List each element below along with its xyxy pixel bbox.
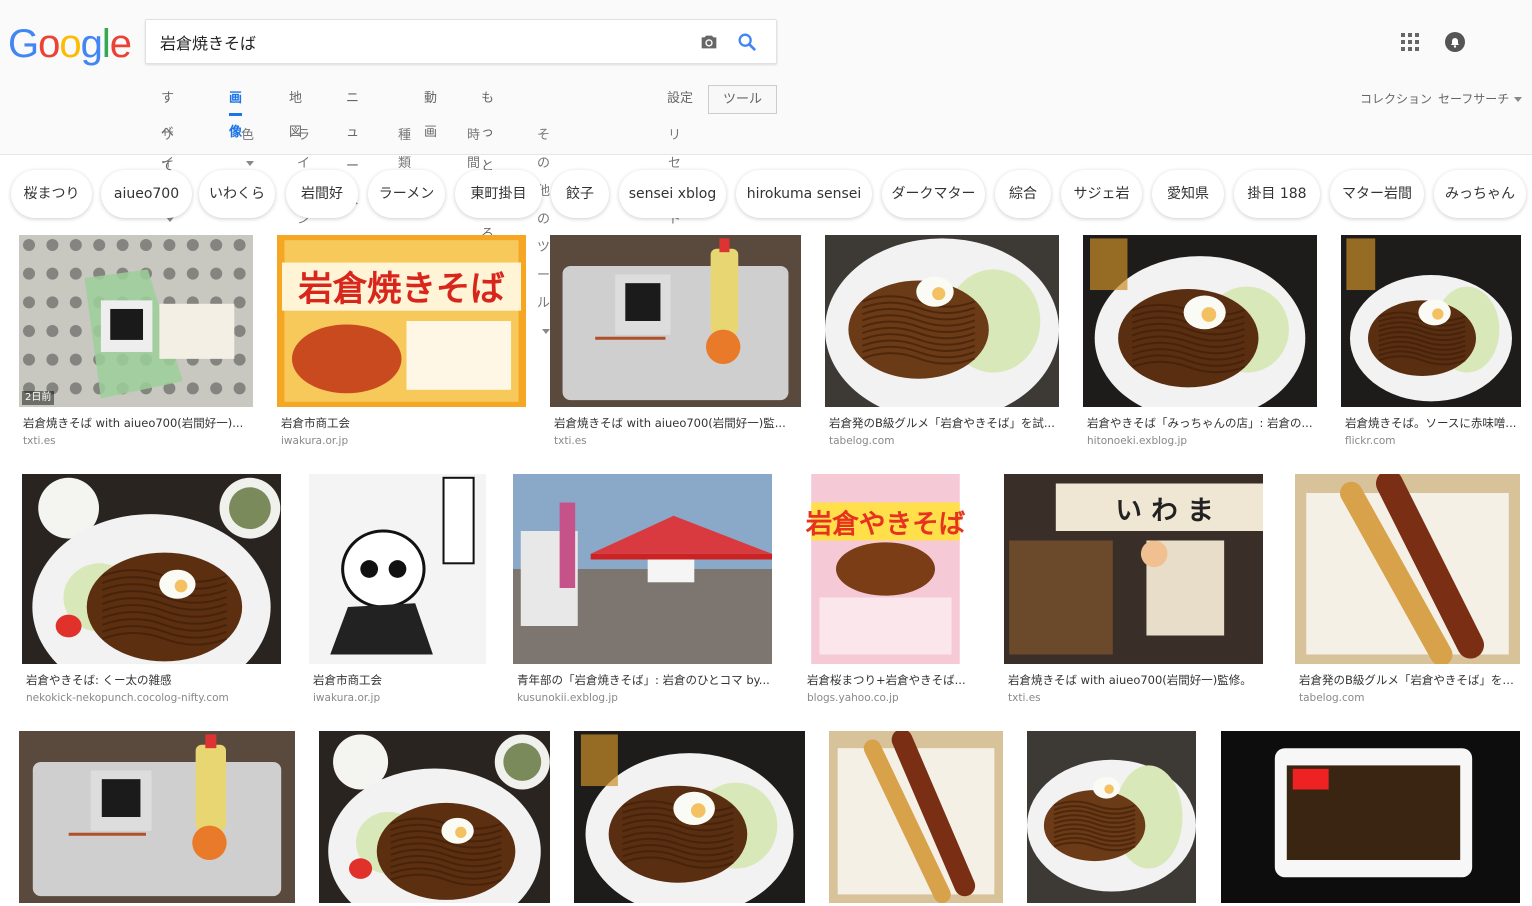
- related-chip[interactable]: ラーメン: [368, 170, 445, 218]
- result-domain: flickr.com: [1345, 435, 1396, 447]
- image-thumbnail[interactable]: [1083, 235, 1317, 407]
- result-domain: nekokick-nekopunch.cocolog-nifty.com: [26, 692, 229, 704]
- chevron-down-icon: [1514, 97, 1523, 102]
- collections-link[interactable]: コレクション: [1360, 82, 1432, 116]
- image-thumbnail[interactable]: 岩倉焼きそば: [277, 235, 526, 407]
- image-thumbnail[interactable]: [309, 474, 486, 664]
- tab-4[interactable]: 動画: [424, 82, 437, 140]
- image-thumbnail[interactable]: [22, 474, 281, 664]
- flyer-title-text: 岩倉やきそば: [805, 509, 966, 540]
- result-domain: blogs.yahoo.co.jp: [807, 692, 899, 704]
- poster-title-text: 岩倉焼きそば: [297, 269, 505, 309]
- image-thumbnail[interactable]: [550, 235, 801, 407]
- image-thumbnail[interactable]: 岩倉やきそば: [803, 474, 968, 664]
- related-chip[interactable]: みっちゃん: [1434, 170, 1526, 218]
- image-thumbnail[interactable]: [513, 474, 772, 664]
- result-domain: txti.es: [554, 435, 587, 447]
- related-chip[interactable]: aiueo700: [101, 170, 192, 218]
- related-chip[interactable]: 愛知県: [1152, 170, 1224, 218]
- related-chip[interactable]: sensei xblog: [619, 170, 726, 218]
- safesearch-label: セーフサーチ: [1438, 92, 1510, 106]
- image-thumbnail[interactable]: [319, 731, 550, 903]
- search-input[interactable]: [160, 20, 680, 63]
- image-thumbnail[interactable]: [574, 731, 805, 903]
- image-thumbnail[interactable]: [1295, 474, 1520, 664]
- apps-grid-icon[interactable]: [1400, 32, 1420, 52]
- image-thumbnail[interactable]: [19, 731, 295, 903]
- filter-label: 種類: [398, 128, 412, 171]
- chevron-down-icon: [246, 161, 254, 166]
- logo-letter: G: [8, 22, 39, 66]
- google-logo[interactable]: Google: [8, 22, 132, 66]
- filter-label: 色: [241, 128, 255, 143]
- related-chip[interactable]: 岩間好: [286, 170, 358, 218]
- image-thumbnail[interactable]: [1221, 731, 1520, 903]
- logo-letter: o: [59, 22, 81, 66]
- result-title[interactable]: 岩倉やきそば「みっちゃんの店」: 岩倉の...: [1087, 415, 1317, 431]
- related-chip[interactable]: hirokuma sensei: [736, 170, 872, 218]
- result-title[interactable]: 岩倉焼きそば。ソースに赤味噌...: [1345, 415, 1521, 431]
- filter-5[interactable]: その他のツール: [537, 122, 550, 346]
- tab-1[interactable]: 画像: [229, 82, 243, 140]
- related-chip[interactable]: 掛目 188: [1234, 170, 1320, 218]
- image-thumbnail[interactable]: [1341, 235, 1521, 407]
- related-chip[interactable]: 桜まつり: [11, 170, 92, 218]
- result-title[interactable]: 青年部の「岩倉焼きそば」: 岩倉のひとコマ by...: [517, 672, 772, 688]
- result-domain: txti.es: [1008, 692, 1041, 704]
- result-domain: tabelog.com: [1299, 692, 1365, 704]
- image-thumbnail[interactable]: い わ ま: [1004, 474, 1263, 664]
- time-badge: 2日前: [22, 391, 55, 405]
- search-box: [145, 19, 777, 64]
- result-title[interactable]: 岩倉焼きそば with aiueo700(岩間好一)監...: [554, 415, 801, 431]
- search-icon[interactable]: [736, 31, 758, 53]
- result-title[interactable]: 岩倉発のB級グルメ「岩倉やきそば」を試...: [829, 415, 1059, 431]
- result-domain: iwakura.or.jp: [281, 435, 349, 447]
- related-chip[interactable]: ダークマター: [882, 170, 985, 218]
- camera-icon[interactable]: [698, 31, 720, 53]
- tab-2[interactable]: 地図: [289, 82, 302, 140]
- tab-0[interactable]: すべて: [161, 82, 174, 174]
- related-chip[interactable]: 東町掛目: [455, 170, 542, 218]
- related-chip[interactable]: 綜合: [995, 170, 1051, 218]
- image-thumbnail[interactable]: [825, 235, 1059, 407]
- related-chips: 桜まつり aiueo700 いわくら 岩間好 ラーメン 東町掛目 餃子 sensei xblo…: [0, 170, 1532, 220]
- result-domain: iwakura.or.jp: [313, 692, 381, 704]
- related-chip[interactable]: 餃子: [551, 170, 609, 218]
- filter-label: 時間: [467, 128, 481, 171]
- result-title[interactable]: 岩倉発のB級グルメ「岩倉やきそば」を試...: [1299, 672, 1520, 688]
- result-title[interactable]: 岩倉市商工会: [313, 672, 486, 688]
- image-thumbnail[interactable]: [1027, 731, 1196, 903]
- logo-letter: e: [109, 22, 132, 66]
- result-domain: tabelog.com: [829, 435, 895, 447]
- logo-letter: o: [38, 22, 60, 66]
- shop-sign-text: い わ ま: [1115, 496, 1213, 527]
- chevron-down-icon: [542, 329, 550, 334]
- result-title[interactable]: 岩倉焼きそば with aiueo700(岩間好一)監修。: [1008, 672, 1263, 688]
- image-thumbnail[interactable]: 2日前: [19, 235, 253, 407]
- related-chip[interactable]: サジェ岩: [1061, 170, 1142, 218]
- result-domain: txti.es: [23, 435, 56, 447]
- header: Google すべて画像地図ニュース動画もっと見る 設定 ツール コレクション …: [0, 0, 1532, 334]
- result-domain: hitonoeki.exblog.jp: [1087, 435, 1188, 447]
- related-chip[interactable]: いわくら: [199, 170, 275, 218]
- image-thumbnail[interactable]: [829, 731, 1003, 903]
- result-title[interactable]: 岩倉焼きそば with aiueo700(岩間好一)...: [23, 415, 253, 431]
- related-chip[interactable]: マター岩間: [1330, 170, 1424, 218]
- result-domain: kusunokii.exblog.jp: [517, 692, 618, 704]
- result-title[interactable]: 岩倉やきそば: くー太の雑感: [26, 672, 281, 688]
- tab-5[interactable]: もっと見る: [481, 82, 494, 242]
- notifications-icon[interactable]: [1445, 32, 1465, 52]
- logo-letter: l: [101, 22, 111, 66]
- settings-link[interactable]: 設定: [667, 82, 693, 116]
- result-title[interactable]: 岩倉市商工会: [281, 415, 526, 431]
- safesearch-dropdown[interactable]: セーフサーチ: [1438, 82, 1523, 116]
- tools-button[interactable]: ツール: [708, 85, 777, 114]
- tab-3[interactable]: ニュース: [346, 82, 359, 208]
- logo-letter: g: [80, 22, 103, 66]
- result-title[interactable]: 岩倉桜まつり+岩倉やきそば...: [807, 672, 968, 688]
